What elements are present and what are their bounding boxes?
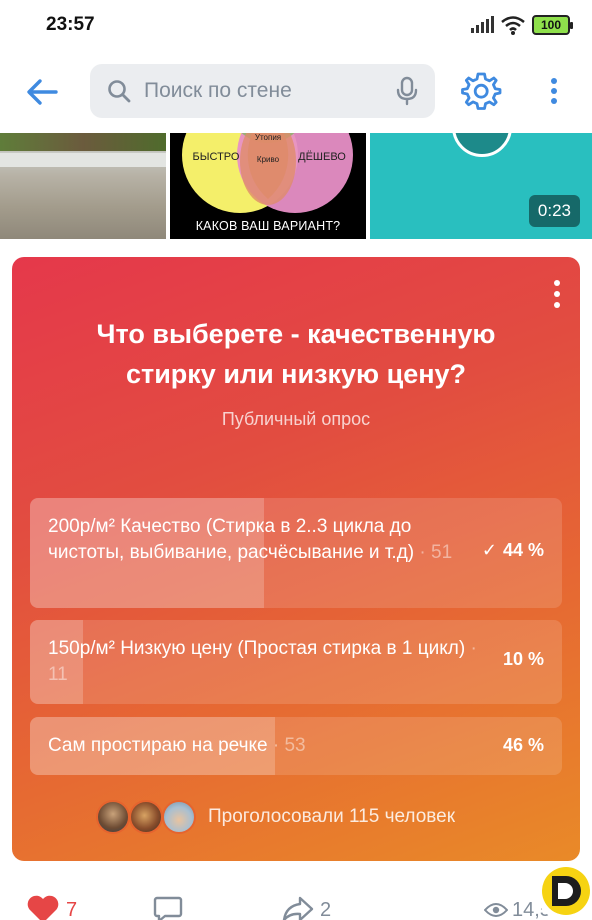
media-strip: БЫСТРО ДЁШЕВО Утопия Криво КАКОВ ВАШ ВАР… bbox=[0, 133, 592, 239]
share-count: 2 bbox=[320, 899, 332, 920]
poll-menu-icon[interactable] bbox=[552, 279, 562, 309]
poll-option-count: · 53 bbox=[272, 735, 306, 756]
poll-voters[interactable]: Проголосовали 115 человек bbox=[12, 797, 580, 837]
battery-level: 100 bbox=[540, 18, 562, 32]
voter-avatar bbox=[96, 800, 130, 834]
views-eye-icon bbox=[484, 903, 508, 917]
settings-gear-icon[interactable] bbox=[460, 70, 502, 112]
like-count: 7 bbox=[66, 899, 78, 920]
search-field[interactable] bbox=[90, 64, 435, 118]
search-icon bbox=[108, 80, 131, 103]
app-logo-badge bbox=[536, 862, 592, 920]
toolbar bbox=[0, 58, 592, 126]
poll-option-percent: 46 % bbox=[502, 735, 544, 755]
post-actions: 7 2 14,5K bbox=[0, 884, 592, 920]
photo-curb bbox=[0, 153, 166, 167]
status-bar: 23:57 100 bbox=[0, 0, 592, 52]
signal-icon bbox=[471, 16, 494, 33]
battery-icon: 100 bbox=[532, 15, 573, 35]
poll-option-label: 150р/м² Низкую цену (Простая стирка в 1 … bbox=[48, 638, 466, 659]
poll-voters-text: Проголосовали 115 человек bbox=[208, 806, 456, 827]
checkmark-icon: ✓ bbox=[481, 540, 497, 560]
poll-kind: Публичный опрос bbox=[221, 409, 371, 429]
more-vertical-icon[interactable] bbox=[542, 76, 566, 106]
photo-thumbnail[interactable] bbox=[0, 133, 166, 239]
poll-option-label: 200р/м² Качество (Стирка в 2..3 цикла до… bbox=[48, 516, 415, 563]
poll-option[interactable]: 200р/м² Качество (Стирка в 2..3 цикла до… bbox=[30, 498, 562, 608]
photo-grass bbox=[0, 133, 166, 151]
poll-option-percent: 44 % bbox=[502, 540, 544, 560]
like-heart-icon[interactable] bbox=[26, 894, 60, 920]
video-duration: 0:23 bbox=[528, 195, 580, 227]
poll-option-label: Сам простираю на речке bbox=[48, 735, 268, 756]
search-input[interactable] bbox=[144, 74, 384, 108]
venn-caption: КАКОВ ВАШ ВАРИАНТ? bbox=[195, 219, 341, 233]
voter-avatar bbox=[129, 800, 163, 834]
poll-option-count: · 51 bbox=[419, 542, 453, 563]
poll-option[interactable]: 150р/м² Низкую цену (Простая стирка в 1 … bbox=[30, 620, 562, 704]
venn-label-top: Утопия bbox=[255, 133, 281, 142]
poll-option[interactable]: Сам простираю на речке · 53 46 % bbox=[30, 717, 562, 775]
play-icon[interactable] bbox=[452, 133, 512, 157]
poll-option-text: 150р/м² Низкую цену (Простая стирка в 1 … bbox=[48, 636, 478, 688]
poll-card: Что выберете - качественную стирку или н… bbox=[12, 257, 580, 861]
venn-label-right: ДЁШЕВО bbox=[298, 151, 346, 163]
logo-icon bbox=[542, 867, 590, 915]
venn-label-center: Криво bbox=[257, 155, 280, 164]
voter-avatar bbox=[162, 800, 196, 834]
comment-icon[interactable] bbox=[153, 896, 183, 920]
wifi-icon bbox=[501, 16, 525, 35]
poll-option-percent: 10 % bbox=[502, 649, 544, 669]
poll-option-text: 200р/м² Качество (Стирка в 2..3 цикла до… bbox=[48, 514, 478, 566]
video-thumbnail[interactable]: 0:23 bbox=[370, 133, 592, 239]
microphone-icon[interactable] bbox=[395, 76, 419, 106]
status-time: 23:57 bbox=[46, 14, 95, 35]
back-arrow-icon[interactable] bbox=[22, 72, 62, 112]
poll-option-text: Сам простираю на речке · 53 bbox=[48, 733, 478, 759]
venn-image-thumbnail[interactable]: БЫСТРО ДЁШЕВО Утопия Криво КАКОВ ВАШ ВАР… bbox=[170, 133, 366, 239]
share-icon[interactable] bbox=[282, 896, 314, 920]
venn-label-left: БЫСТРО bbox=[193, 151, 240, 163]
poll-question: Что выберете - качественную стирку или н… bbox=[96, 319, 496, 389]
poll-option-result: ✓ 44 % bbox=[482, 540, 544, 561]
